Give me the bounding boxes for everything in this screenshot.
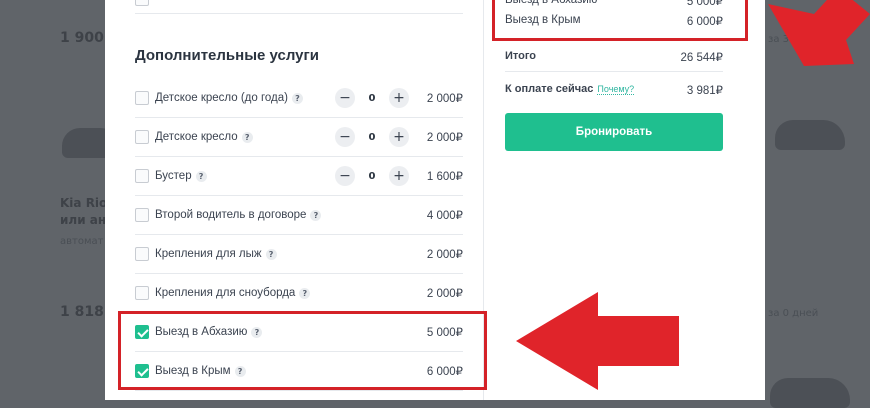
help-icon[interactable]: ?: [310, 209, 322, 221]
summary-total: Итого 26 544₽: [505, 50, 723, 64]
quantity-value: 0: [368, 92, 376, 104]
pay-now-value: 3 981₽: [686, 85, 723, 97]
help-icon[interactable]: ?: [195, 170, 207, 182]
previous-row-clipped: [135, 0, 463, 14]
service-price: 2 000₽: [426, 288, 463, 300]
help-icon[interactable]: ?: [265, 248, 277, 260]
help-icon[interactable]: ?: [292, 92, 303, 104]
quantity-value: 0: [368, 170, 376, 182]
service-label: Второй водитель в договоре: [155, 209, 307, 221]
service-price: 1 600₽: [426, 171, 463, 183]
bg-car-sub: автомат: [60, 236, 104, 247]
help-icon[interactable]: ?: [299, 287, 311, 299]
plus-button[interactable]: +: [389, 166, 409, 186]
minus-button[interactable]: −: [335, 127, 355, 147]
service-price: 2 000₽: [426, 132, 463, 144]
service-label: Бустер: [155, 170, 192, 182]
quantity-stepper: − 0 +: [335, 127, 409, 147]
total-label: Итого: [505, 50, 537, 62]
bg-car-title: Kia Rio: [60, 196, 108, 210]
service-price: 2 000₽: [426, 93, 463, 105]
book-button[interactable]: Бронировать: [505, 113, 723, 151]
service-row[interactable]: Детское кресло (до года)? − 0 +2 000₽: [135, 79, 463, 118]
service-label: Детское кресло (до года): [155, 92, 288, 104]
service-row[interactable]: Детское кресло? − 0 +2 000₽: [135, 118, 463, 157]
section-title: Дополнительные услуги: [135, 47, 319, 64]
service-row[interactable]: Второй водитель в договоре? 4 000₽: [135, 196, 463, 235]
summary-pay-now: К оплате сейчас Почему? 3 981₽: [505, 83, 723, 97]
plus-button[interactable]: +: [389, 88, 409, 108]
bg-car-image-3: [770, 378, 850, 408]
bg-right-snip-2: за 0 дней: [768, 308, 819, 319]
help-icon[interactable]: ?: [241, 131, 253, 143]
service-price: 4 000₽: [426, 210, 463, 222]
checkbox[interactable]: [135, 130, 149, 144]
quantity-value: 0: [368, 131, 376, 143]
service-label: Крепления для лыж: [155, 248, 262, 260]
checkbox[interactable]: [135, 169, 149, 183]
pay-now-label: К оплате сейчас: [505, 83, 594, 95]
minus-button[interactable]: −: [335, 166, 355, 186]
service-label: Детское кресло: [155, 131, 238, 143]
minus-button[interactable]: −: [335, 88, 355, 108]
total-value: 26 544₽: [680, 52, 724, 64]
checkbox[interactable]: [135, 0, 149, 6]
service-row[interactable]: Крепления для лыж? 2 000₽: [135, 235, 463, 274]
plus-button[interactable]: +: [389, 127, 409, 147]
checkbox[interactable]: [135, 91, 149, 105]
service-row[interactable]: Бустер? − 0 +1 600₽: [135, 157, 463, 196]
highlight-box-summary: [492, 0, 748, 41]
service-price: 2 000₽: [426, 249, 463, 261]
why-link[interactable]: Почему?: [597, 84, 635, 95]
service-label: Крепления для сноуборда: [155, 287, 296, 299]
highlight-box-services: [118, 311, 487, 390]
checkbox[interactable]: [135, 247, 149, 261]
red-arrow-left-icon: [516, 292, 679, 390]
service-row[interactable]: Крепления для сноуборда? 2 000₽: [135, 274, 463, 313]
bg-car-image-2: [775, 120, 845, 150]
quantity-stepper: − 0 +: [335, 88, 409, 108]
bg-price: 1 900: [60, 30, 104, 46]
checkbox[interactable]: [135, 208, 149, 222]
red-arrow-diagonal-icon: [768, 0, 870, 66]
quantity-stepper: − 0 +: [335, 166, 409, 186]
checkbox[interactable]: [135, 286, 149, 300]
bg-price-2: 1 818: [60, 304, 104, 320]
summary-divider: [505, 71, 723, 72]
